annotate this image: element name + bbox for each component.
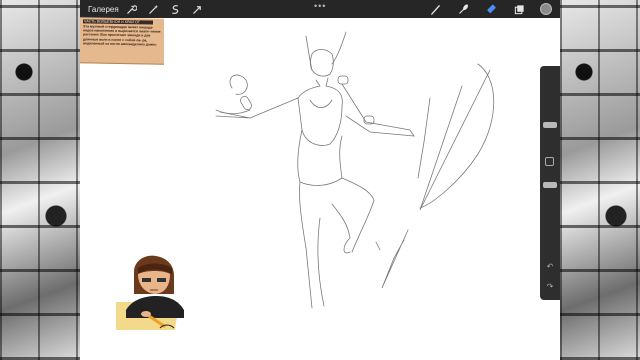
magic-wand-icon[interactable]	[146, 2, 160, 16]
artist-mascot-logo	[116, 255, 184, 330]
procreate-app: Галерея ••• ЧАСТЬ ВОЛШЕБНОЙ И КРАЙ ОТ Эт…	[80, 0, 560, 360]
background-manga-right	[560, 0, 640, 360]
color-picker-icon[interactable]	[540, 3, 552, 15]
brush-size-slider[interactable]	[543, 122, 557, 128]
side-toolbar: ↶ ↷	[540, 66, 560, 300]
undo-icon[interactable]: ↶	[544, 262, 556, 271]
opacity-slider[interactable]	[543, 182, 557, 188]
gallery-button[interactable]: Галерея	[88, 5, 124, 14]
brush-icon[interactable]	[428, 2, 442, 16]
eraser-icon[interactable]	[484, 2, 498, 16]
redo-icon[interactable]: ↷	[544, 282, 556, 291]
wrench-icon[interactable]	[124, 2, 138, 16]
background-manga-left	[0, 0, 80, 360]
modify-button[interactable]	[545, 157, 554, 166]
smudge-icon[interactable]	[456, 2, 470, 16]
selection-icon[interactable]	[168, 2, 182, 16]
layers-icon[interactable]	[512, 2, 526, 16]
top-toolbar: Галерея •••	[80, 0, 560, 18]
more-options-icon[interactable]: •••	[314, 1, 326, 11]
transform-icon[interactable]	[190, 2, 204, 16]
